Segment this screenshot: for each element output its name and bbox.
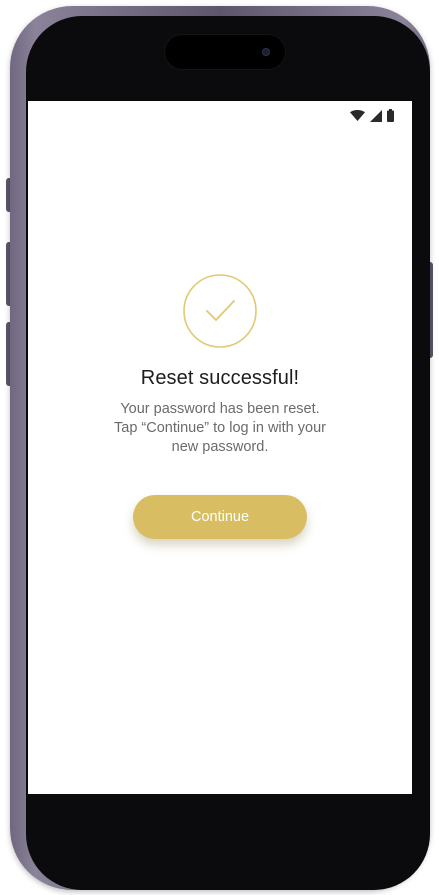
check-circle-icon [183, 274, 257, 348]
reset-message-line: Tap “Continue” to log in with your [114, 420, 326, 436]
front-camera-icon [262, 48, 270, 56]
app-screen: Reset successful! Your password has been… [28, 101, 412, 794]
phone-bottom-bezel [28, 794, 412, 846]
continue-button[interactable]: Continue [133, 495, 307, 539]
reset-message-line: new password. [171, 439, 269, 455]
reset-message: Your password has been reset. Tap “Conti… [70, 400, 370, 457]
battery-icon [387, 109, 394, 122]
status-bar [350, 109, 394, 122]
cellular-signal-icon [370, 109, 382, 122]
reset-message-line: Your password has been reset. [120, 401, 320, 417]
dynamic-island [164, 34, 286, 70]
page-title: Reset successful! [140, 367, 300, 389]
wifi-icon [350, 110, 365, 121]
reset-success-panel: Reset successful! Your password has been… [28, 273, 412, 539]
screenshot-stage: Reset successful! Your password has been… [0, 0, 439, 895]
